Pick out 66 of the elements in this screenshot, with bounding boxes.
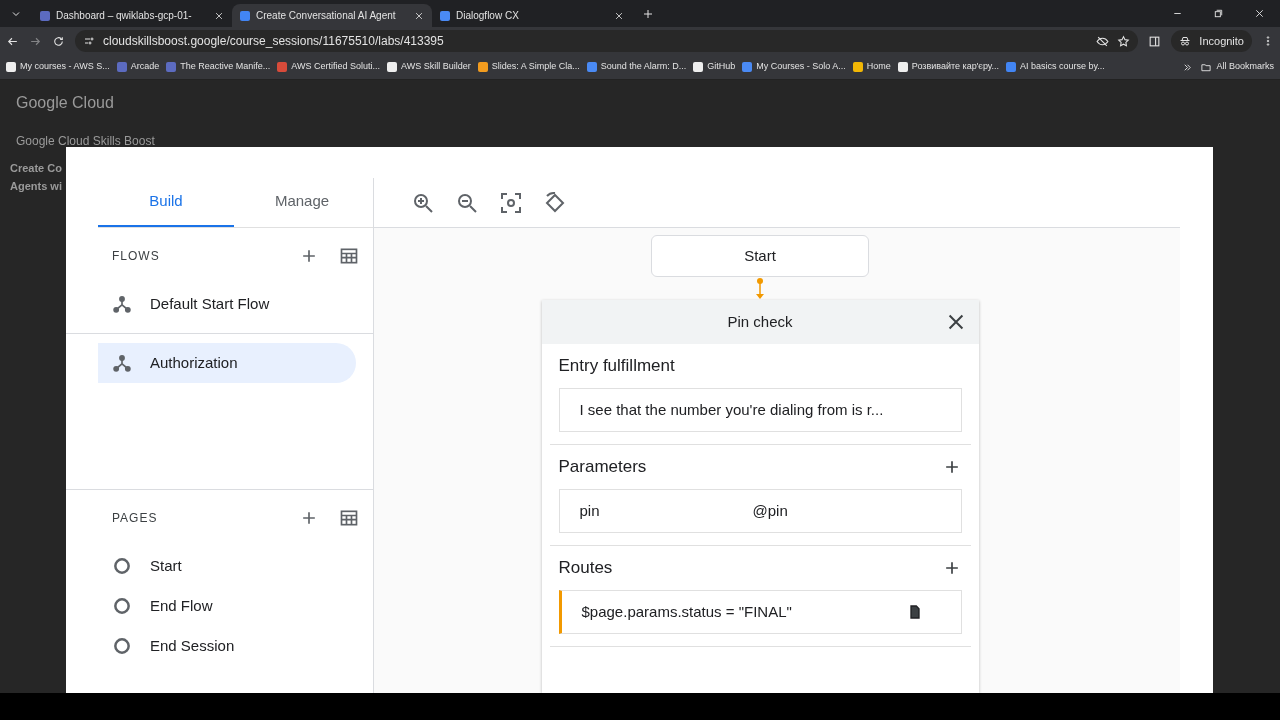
bookmark[interactable]: Slides: A Simple Cla... — [477, 60, 580, 74]
bookmark[interactable]: The Reactive Manife... — [166, 60, 271, 74]
flow-icon — [112, 353, 132, 373]
parameter-entity: @pin — [752, 500, 788, 521]
bookmark[interactable]: My Courses - Solo A... — [742, 60, 846, 74]
reload-icon[interactable] — [52, 34, 65, 48]
bookmark[interactable]: My courses - AWS S... — [6, 60, 110, 74]
bookmark[interactable]: AI basics course by... — [1005, 60, 1105, 74]
bookmark[interactable]: Sound the Alarm: D... — [586, 60, 687, 74]
side-panel-icon[interactable] — [1148, 34, 1162, 48]
connector-arrow — [755, 277, 765, 300]
section-label: FLOWS — [112, 248, 161, 265]
restore-icon[interactable] — [1213, 8, 1224, 19]
course-title: Agents wi — [10, 178, 63, 194]
brand-logo[interactable]: Google Cloud — [16, 91, 114, 115]
section-label: PAGES — [112, 510, 159, 527]
flow-item[interactable]: Default Start Flow — [98, 284, 356, 324]
page-title: Google Cloud Skills Boost — [15, 133, 156, 150]
profile-label: Incognito — [1199, 33, 1244, 49]
page-item[interactable]: End Flow — [98, 586, 356, 626]
star-icon[interactable] — [1117, 34, 1131, 48]
close-icon[interactable] — [214, 10, 224, 21]
route-condition: $page.params.status = "FINAL" — [581, 601, 793, 622]
close-icon[interactable] — [614, 10, 624, 21]
bookmark[interactable]: Розвивайте кар'єру... — [897, 60, 999, 74]
section-heading: Entry fulfillment — [558, 355, 676, 378]
flow-icon — [112, 294, 132, 314]
page-item[interactable]: Start — [98, 546, 356, 586]
table-button[interactable] — [339, 246, 359, 266]
table-button[interactable] — [339, 508, 359, 528]
bookmark[interactable]: GitHub — [693, 60, 736, 74]
close-icon[interactable] — [414, 10, 424, 21]
card-title: Pin check — [727, 311, 793, 332]
bookmark[interactable]: AWS Certified Soluti... — [277, 60, 380, 74]
all-bookmarks-button[interactable]: All Bookmarks — [1200, 60, 1274, 74]
radio-icon — [112, 636, 132, 656]
browser-tab[interactable]: Dialogflow CX — [432, 4, 632, 27]
eye-off-icon[interactable] — [1096, 34, 1110, 48]
start-node[interactable]: Start — [651, 235, 869, 277]
new-tab-icon[interactable] — [642, 7, 654, 20]
course-title: Create Co — [10, 161, 63, 176]
route-row[interactable]: $page.params.status = "FINAL" — [558, 590, 962, 634]
section-heading: Routes — [558, 557, 614, 580]
profile-chip[interactable]: Incognito — [1171, 30, 1252, 52]
section-heading: Parameters — [558, 456, 648, 479]
fulfillment-text: I see that the number you're dialing from is r... — [579, 399, 884, 420]
bookmark[interactable]: Arcade — [116, 60, 160, 74]
folder-icon — [1200, 61, 1213, 73]
browser-tab[interactable]: Dashboard – qwiklabs-gcp-01- — [32, 4, 232, 27]
page-item[interactable]: End Session — [98, 626, 356, 666]
parameter-row[interactable]: pin @pin — [558, 489, 962, 533]
radio-icon — [112, 596, 132, 616]
focus-icon[interactable] — [499, 190, 523, 215]
bookmark[interactable]: Home — [852, 60, 891, 74]
editor-tab[interactable]: Manage — [234, 178, 370, 227]
site-info-icon[interactable] — [83, 35, 95, 47]
bookmark[interactable]: AWS Skill Builder — [386, 60, 471, 74]
parameter-name: pin — [579, 500, 601, 521]
flow-item[interactable]: Authorization — [98, 343, 356, 383]
editor-tab[interactable]: Build — [98, 178, 234, 227]
spy-icon — [1179, 35, 1192, 47]
browser-tab[interactable]: Create Conversational AI Agent — [232, 4, 432, 27]
radio-icon — [112, 556, 132, 576]
rotate-icon[interactable] — [543, 190, 567, 215]
fulfillment-field[interactable]: I see that the number you're dialing from is r... — [558, 388, 962, 432]
close-icon[interactable] — [1254, 8, 1265, 19]
